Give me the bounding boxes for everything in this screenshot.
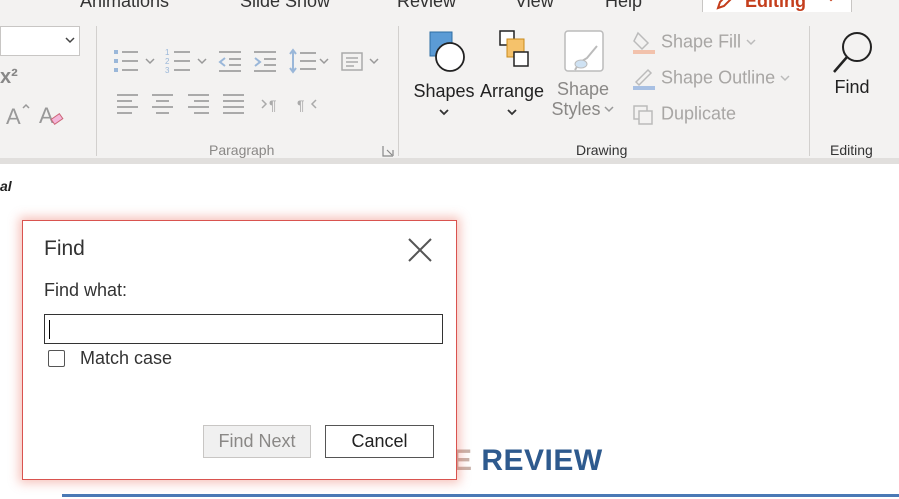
paint-bucket-icon xyxy=(633,31,655,54)
close-icon[interactable] xyxy=(405,235,435,265)
find-label: Find xyxy=(834,77,870,97)
shapes-icon xyxy=(429,31,465,72)
align-left-icon[interactable] xyxy=(116,92,140,114)
arrange-button[interactable]: Arrange xyxy=(478,28,546,123)
chevron-down-icon xyxy=(780,75,790,82)
align-center-icon[interactable] xyxy=(151,92,175,114)
svg-text:1: 1 xyxy=(165,48,170,57)
match-case-label[interactable]: Match case xyxy=(80,348,172,369)
shapes-label: Shapes xyxy=(413,81,475,101)
shape-fill-label: Shape Fill xyxy=(661,31,742,52)
shape-styles-button[interactable]: Shape Styles xyxy=(548,28,618,119)
find-dialog: Find Find what: Match case Find Next Can… xyxy=(22,220,457,480)
find-what-label: Find what: xyxy=(44,280,128,300)
svg-text:2: 2 xyxy=(165,57,170,66)
ribbon-tab-strip: Animations Slide Show Review View Help E… xyxy=(0,0,899,12)
increase-indent-icon[interactable] xyxy=(252,48,278,74)
shape-styles-label-line2: Styles xyxy=(551,99,601,119)
font-size-combo[interactable] xyxy=(0,26,80,56)
right-to-left-icon[interactable]: ¶ xyxy=(296,94,320,114)
group-separator xyxy=(96,26,97,156)
shapes-button[interactable]: Shapes xyxy=(412,28,476,123)
left-to-right-icon[interactable]: ¶ xyxy=(260,94,284,114)
arrange-label: Arrange xyxy=(479,81,545,101)
shape-outline-button[interactable]: Shape Outline xyxy=(632,66,790,90)
slide-heading[interactable]: E REVIEW xyxy=(452,444,603,478)
numbering-icon[interactable]: 123 xyxy=(164,48,208,74)
ribbon: x² A A 123 ¶ ¶ Paragraph Shapes Arrange … xyxy=(0,12,899,162)
pen-icon xyxy=(716,0,732,10)
chevron-down-icon xyxy=(829,0,833,2)
svg-text:¶: ¶ xyxy=(269,97,277,113)
editing-group-label: Editing xyxy=(830,142,873,158)
shape-outline-label: Shape Outline xyxy=(661,67,776,88)
group-separator xyxy=(809,26,810,156)
line-spacing-icon[interactable] xyxy=(288,48,332,74)
text-caret xyxy=(49,320,50,339)
svg-text:A: A xyxy=(39,103,54,128)
slide-text-fragment: al xyxy=(0,178,12,194)
decrease-indent-icon[interactable] xyxy=(217,48,243,74)
shape-styles-icon xyxy=(564,30,604,72)
heading-underline xyxy=(62,494,899,497)
align-right-icon[interactable] xyxy=(187,92,211,114)
app-window: Animations Slide Show Review View Help E… xyxy=(0,0,899,499)
tab-view[interactable]: View xyxy=(515,0,554,12)
chevron-down-icon xyxy=(439,109,449,116)
tab-animations[interactable]: Animations xyxy=(80,0,169,12)
chevron-down-icon xyxy=(507,109,517,116)
arrange-icon xyxy=(499,30,529,67)
drawing-group-label: Drawing xyxy=(576,142,628,158)
slide-heading-text: REVIEW xyxy=(472,444,603,477)
superscript-button[interactable]: x² xyxy=(0,66,18,89)
dialog-title: Find xyxy=(44,237,85,260)
pencil-outline-icon xyxy=(633,68,655,90)
shape-styles-label-row: Styles xyxy=(548,99,618,119)
editing-mode-button[interactable]: Editing xyxy=(702,0,852,12)
svg-text:A: A xyxy=(6,104,21,128)
find-what-input[interactable] xyxy=(44,314,443,344)
justify-icon[interactable] xyxy=(222,92,246,114)
find-button[interactable]: Find xyxy=(822,28,882,98)
shape-styles-label-line1: Shape xyxy=(556,79,610,99)
bullets-icon[interactable] xyxy=(112,48,156,74)
tab-help[interactable]: Help xyxy=(605,0,642,12)
cancel-button[interactable]: Cancel xyxy=(325,425,434,458)
group-separator xyxy=(398,26,399,156)
duplicate-button[interactable]: Duplicate xyxy=(632,102,736,126)
match-case-checkbox[interactable] xyxy=(48,350,65,367)
duplicate-label: Duplicate xyxy=(661,103,737,124)
editing-mode-label: Editing xyxy=(745,0,806,11)
tab-review[interactable]: Review xyxy=(397,0,456,12)
ribbon-shadow xyxy=(0,158,899,164)
magnifier-icon xyxy=(833,32,872,73)
duplicate-icon xyxy=(633,105,653,125)
svg-text:3: 3 xyxy=(165,66,170,74)
change-case-icon[interactable]: A xyxy=(4,102,32,128)
clear-formatting-icon[interactable]: A xyxy=(38,102,66,128)
paragraph-group-label: Paragraph xyxy=(209,142,275,158)
shape-fill-button[interactable]: Shape Fill xyxy=(632,30,756,54)
text-columns-icon[interactable] xyxy=(340,50,382,74)
chevron-down-icon xyxy=(65,37,75,44)
find-next-button[interactable]: Find Next xyxy=(203,425,311,458)
svg-text:¶: ¶ xyxy=(297,97,305,113)
dialog-launcher-icon[interactable] xyxy=(382,145,394,157)
chevron-down-icon xyxy=(746,39,756,46)
chevron-down-icon xyxy=(603,106,614,113)
tab-slide-show[interactable]: Slide Show xyxy=(240,0,330,12)
